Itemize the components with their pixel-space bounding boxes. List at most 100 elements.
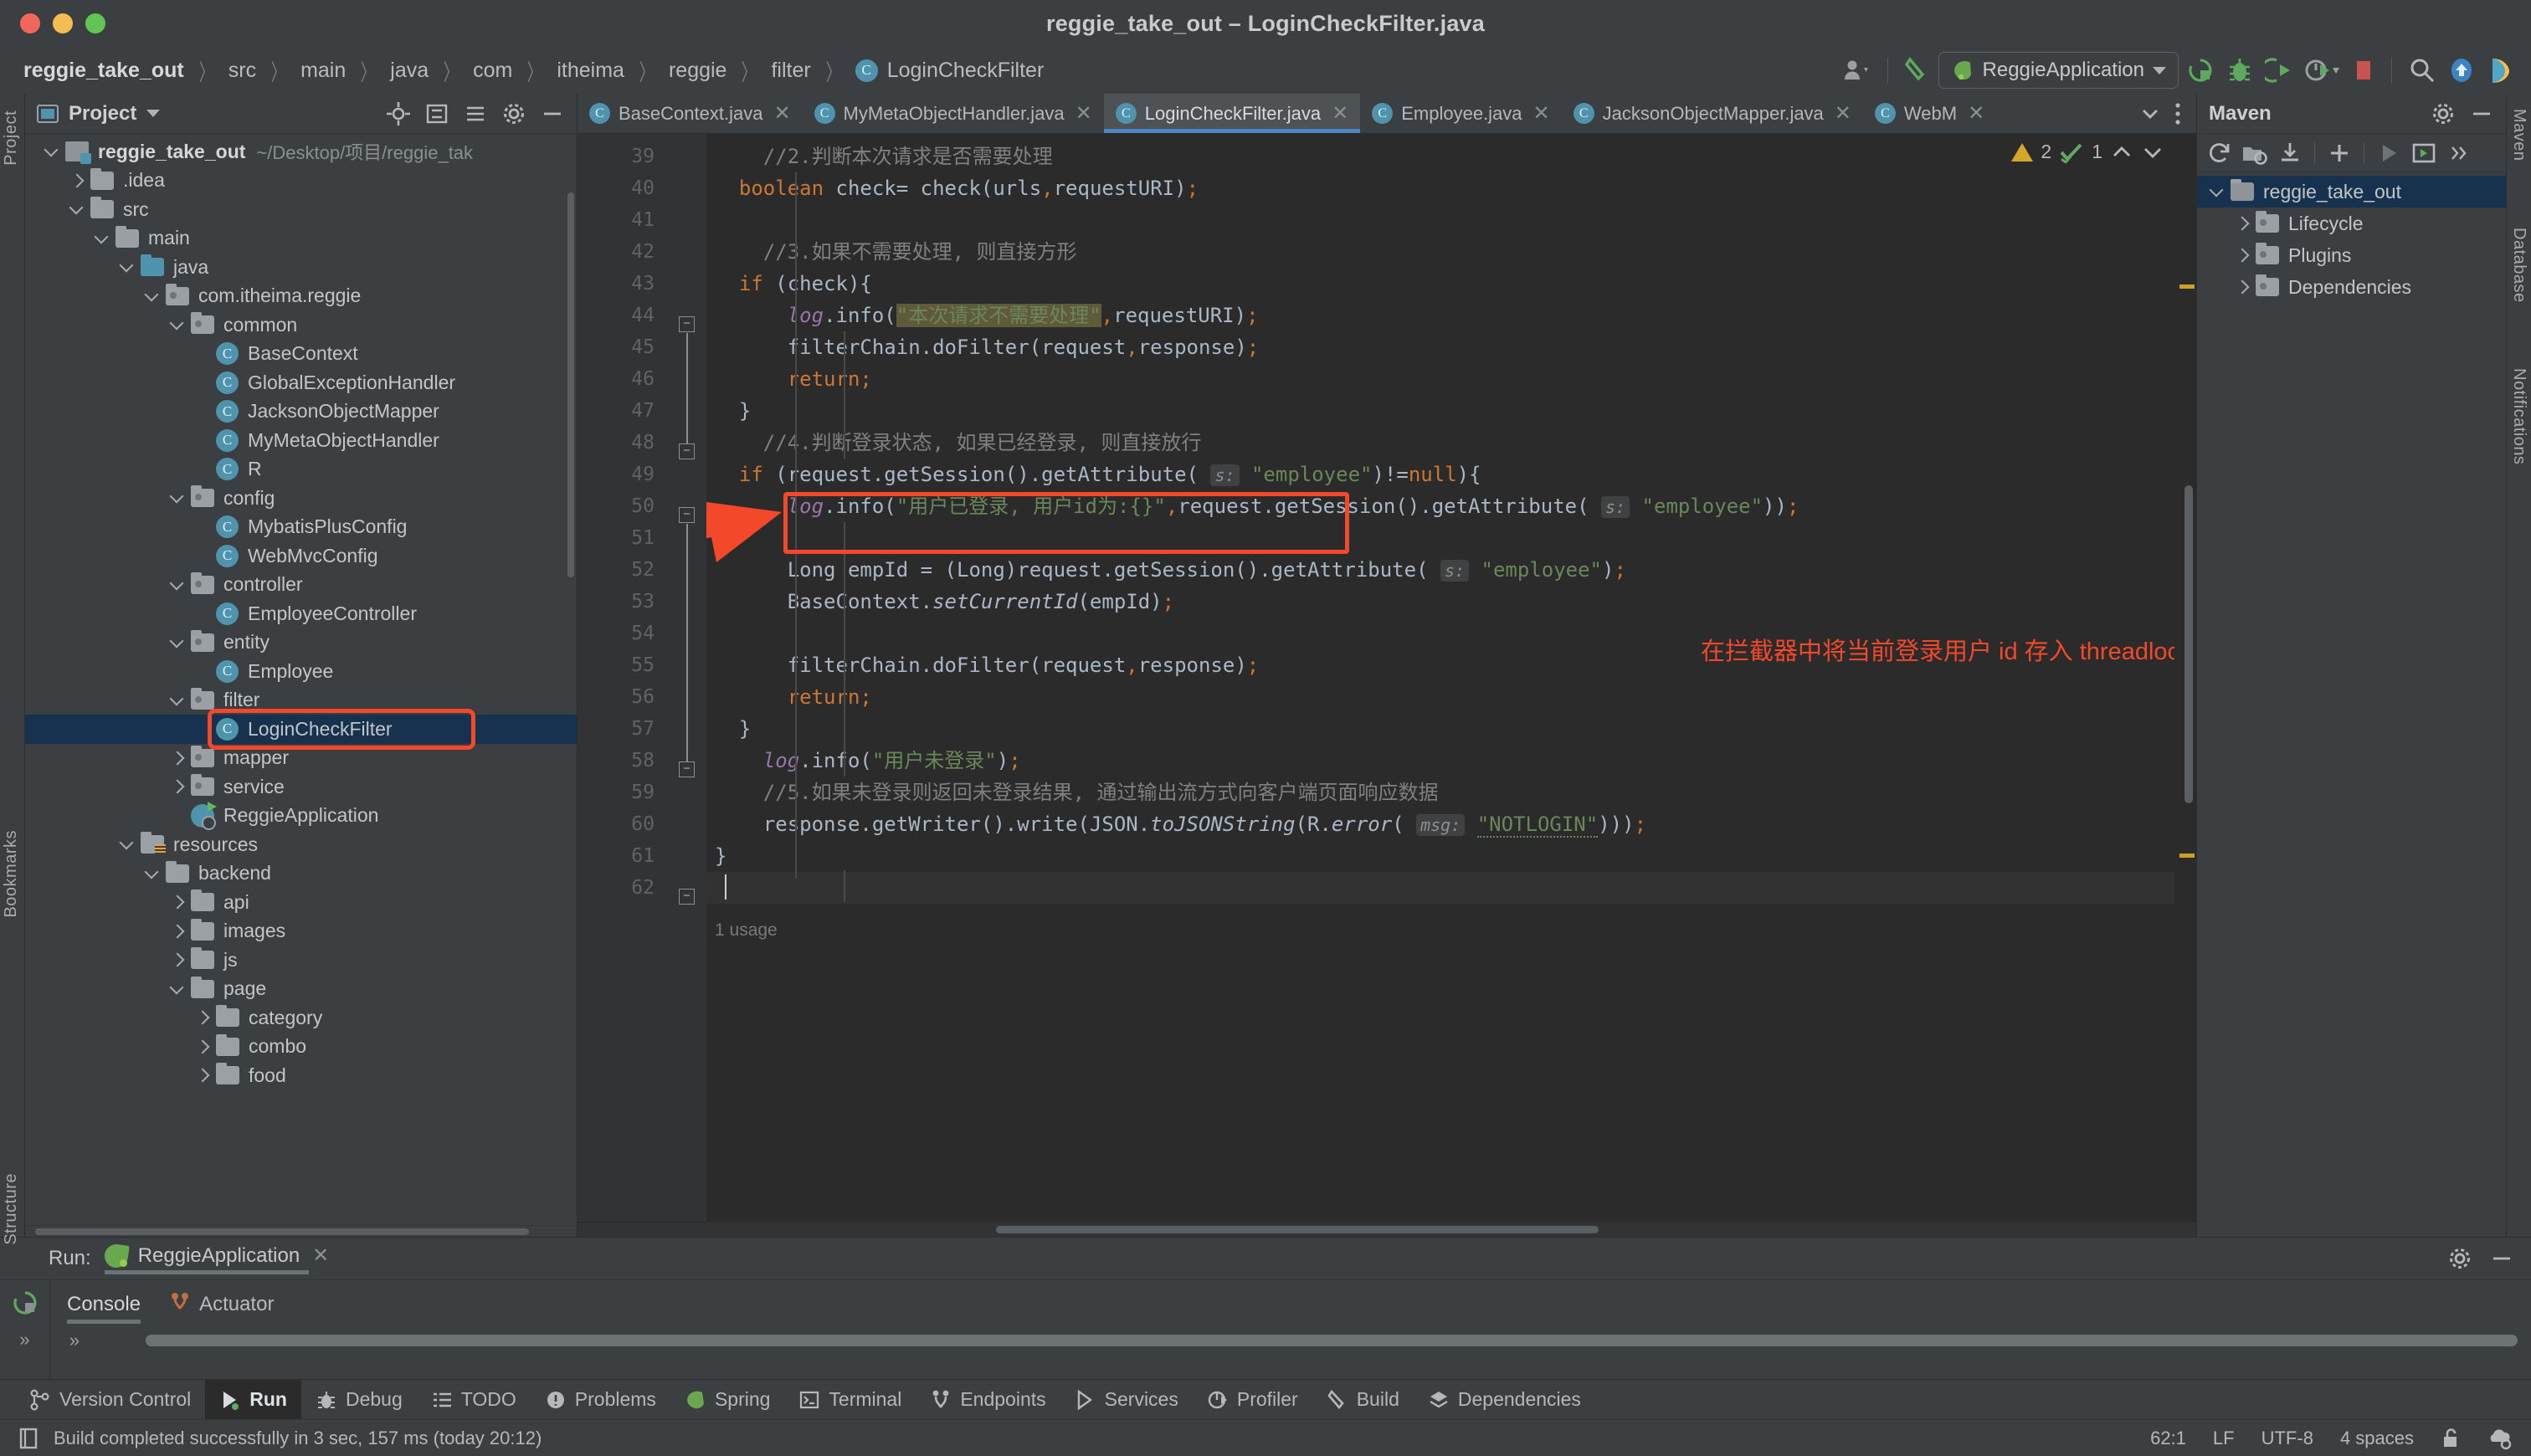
tool-tab-services[interactable]: Services <box>1060 1380 1193 1420</box>
close-icon[interactable]: ✕ <box>1832 104 1851 124</box>
code-line-47[interactable]: } <box>706 395 2174 427</box>
run-with-coverage-button[interactable] <box>2261 52 2296 89</box>
chevron-down-icon[interactable] <box>94 229 112 248</box>
tree-item-category[interactable]: category <box>25 1003 577 1033</box>
console-hscrollbar[interactable] <box>146 1335 2518 1346</box>
chevron-right-icon[interactable] <box>2234 214 2252 233</box>
tree-item-logincheckfilter[interactable]: CLoginCheckFilter <box>25 715 577 744</box>
code-line-61[interactable]: } <box>706 840 2174 872</box>
hide-panel-icon[interactable] <box>2469 101 2494 126</box>
fold-marker-61[interactable]: − <box>679 889 695 905</box>
chevron-down-icon[interactable] <box>146 110 160 117</box>
execute-goal-icon[interactable] <box>2408 137 2440 169</box>
tool-tab-spring[interactable]: Spring <box>670 1380 784 1420</box>
chevron-down-icon[interactable] <box>2139 103 2161 125</box>
close-icon[interactable]: ✕ <box>1073 104 1092 124</box>
code-line-42[interactable]: //3.如果不需要处理, 则直接方形 <box>706 236 2174 268</box>
chevron-down-icon[interactable] <box>119 835 137 854</box>
breadcrumb-item-src[interactable]: src <box>223 59 261 83</box>
file-encoding[interactable]: UTF-8 <box>2261 1428 2313 1449</box>
editor-tab-mymetaobjecthandler-java[interactable]: CMyMetaObjectHandler.java✕ <box>803 94 1104 133</box>
rerun-icon[interactable] <box>11 1289 39 1317</box>
expand-all-icon[interactable] <box>424 101 449 126</box>
editor-tab-employee-java[interactable]: CEmployee.java✕ <box>1360 94 1561 133</box>
tree-item-employee[interactable]: CEmployee <box>25 657 577 686</box>
chevron-down-icon[interactable] <box>69 200 87 218</box>
console-tab-actuator[interactable]: Actuator <box>169 1290 274 1325</box>
ide-feature-icon[interactable] <box>2482 52 2518 89</box>
chevron-down-icon[interactable] <box>169 489 187 507</box>
tree-item-mybatisplusconfig[interactable]: CMybatisPlusConfig <box>25 513 577 542</box>
caret-position[interactable]: 62:1 <box>2150 1428 2186 1449</box>
search-icon[interactable] <box>2404 52 2441 89</box>
tree-item-images[interactable]: images <box>25 917 577 946</box>
breadcrumb-item-com[interactable]: com <box>468 59 517 83</box>
hide-panel-icon[interactable] <box>540 101 565 126</box>
code-line-57[interactable]: } <box>706 713 2174 745</box>
indent-setting[interactable]: 4 spaces <box>2340 1428 2414 1449</box>
tree-item-r[interactable]: CR <box>25 455 577 484</box>
fold-marker-47[interactable]: − <box>679 443 695 459</box>
breadcrumb-item-main[interactable]: main <box>295 59 351 83</box>
fold-marker-49[interactable]: − <box>679 507 695 523</box>
chevron-down-icon[interactable] <box>44 142 62 161</box>
tree-item-mymetaobjecthandler[interactable]: CMyMetaObjectHandler <box>25 426 577 455</box>
code-line-40[interactable]: boolean check= check(urls,requestURI); <box>706 172 2174 204</box>
run-configuration-selector[interactable]: ReggieApplication <box>1938 52 2179 89</box>
code-line-60[interactable]: response.getWriter().write(JSON.toJSONSt… <box>706 808 2174 840</box>
tree-item-main[interactable]: main <box>25 224 577 254</box>
run-button[interactable] <box>2182 52 2219 89</box>
breadcrumb-item-java[interactable]: java <box>385 59 434 83</box>
chevron-right-icon[interactable] <box>2234 246 2252 264</box>
breadcrumb-item-class[interactable]: CLoginCheckFilter <box>850 59 1050 83</box>
code-line-50[interactable]: log.info("用户已登录, 用户id为:{}",request.getSe… <box>706 490 2174 522</box>
editor-tab-webm[interactable]: CWebM✕ <box>1863 94 1996 133</box>
add-maven-project-icon[interactable] <box>2239 137 2271 169</box>
tree-item-java[interactable]: java <box>25 253 577 282</box>
tool-tab-profiler[interactable]: Profiler <box>1193 1380 1312 1420</box>
chevron-right-icon[interactable] <box>169 749 187 767</box>
chevron-right-icon[interactable] <box>69 172 87 190</box>
breadcrumb-item-reggie-take-out[interactable]: reggie_take_out <box>18 59 189 83</box>
chevron-right-icon[interactable] <box>169 951 187 969</box>
maven-tree-item-reggie-take-out[interactable]: reggie_take_out <box>2197 176 2506 208</box>
code-line-43[interactable]: if (check){ <box>706 268 2174 300</box>
chevron-down-icon[interactable] <box>169 315 187 334</box>
gear-icon[interactable] <box>2447 1246 2472 1271</box>
tool-tab-endpoints[interactable]: Endpoints <box>916 1380 1060 1420</box>
tree-item-food[interactable]: food <box>25 1061 577 1090</box>
close-icon[interactable]: ✕ <box>1329 104 1348 124</box>
maven-tree-item-plugins[interactable]: Plugins <box>2197 239 2506 271</box>
inspection-summary[interactable]: 2 1 <box>2011 141 2164 163</box>
code-content[interactable]: 在拦截器中将当前登录用户 id 存入 threadlocal 中 1 usage… <box>706 134 2174 1222</box>
chevron-down-icon[interactable] <box>169 633 187 652</box>
locate-file-icon[interactable] <box>386 101 411 126</box>
memory-indicator-icon[interactable] <box>18 1427 40 1450</box>
reimport-icon[interactable] <box>2204 137 2236 169</box>
chevron-right-icon[interactable] <box>169 777 187 796</box>
code-line-59[interactable]: //5.如果未登录则返回未登录结果, 通过输出流方式向客户端页面响应数据 <box>706 777 2174 808</box>
tree-item-jacksonobjectmapper[interactable]: CJacksonObjectMapper <box>25 397 577 427</box>
line-separator[interactable]: LF <box>2213 1428 2235 1449</box>
tool-tab-run[interactable]: Run <box>205 1380 301 1420</box>
unlocked-icon[interactable] <box>2441 1427 2461 1450</box>
code-line-58[interactable]: log.info("用户未登录"); <box>706 745 2174 777</box>
tree-item-webmvcconfig[interactable]: CWebMvcConfig <box>25 541 577 571</box>
chevron-right-icon[interactable] <box>194 1038 213 1056</box>
add-icon[interactable] <box>2323 137 2355 169</box>
chevron-right-icon[interactable] <box>194 1066 213 1084</box>
maven-tree-item-lifecycle[interactable]: Lifecycle <box>2197 208 2506 239</box>
ide-assistant-icon[interactable] <box>2487 1427 2513 1450</box>
close-icon[interactable]: ✕ <box>771 104 790 124</box>
chevron-right-icon[interactable] <box>194 1008 213 1027</box>
user-account-icon[interactable] <box>1839 52 1876 89</box>
hide-panel-icon[interactable] <box>2489 1246 2514 1271</box>
tool-tab-problems[interactable]: Problems <box>531 1380 670 1420</box>
tree-item-entity[interactable]: entity <box>25 628 577 658</box>
code-line-41[interactable] <box>706 204 2174 236</box>
project-tree-hscrollbar[interactable] <box>25 1225 577 1237</box>
tool-tab-build[interactable]: Build <box>1312 1380 1414 1420</box>
download-sources-icon[interactable] <box>2274 137 2306 169</box>
chevron-right-icon[interactable] <box>169 893 187 911</box>
tool-tab-terminal[interactable]: Terminal <box>784 1380 916 1420</box>
